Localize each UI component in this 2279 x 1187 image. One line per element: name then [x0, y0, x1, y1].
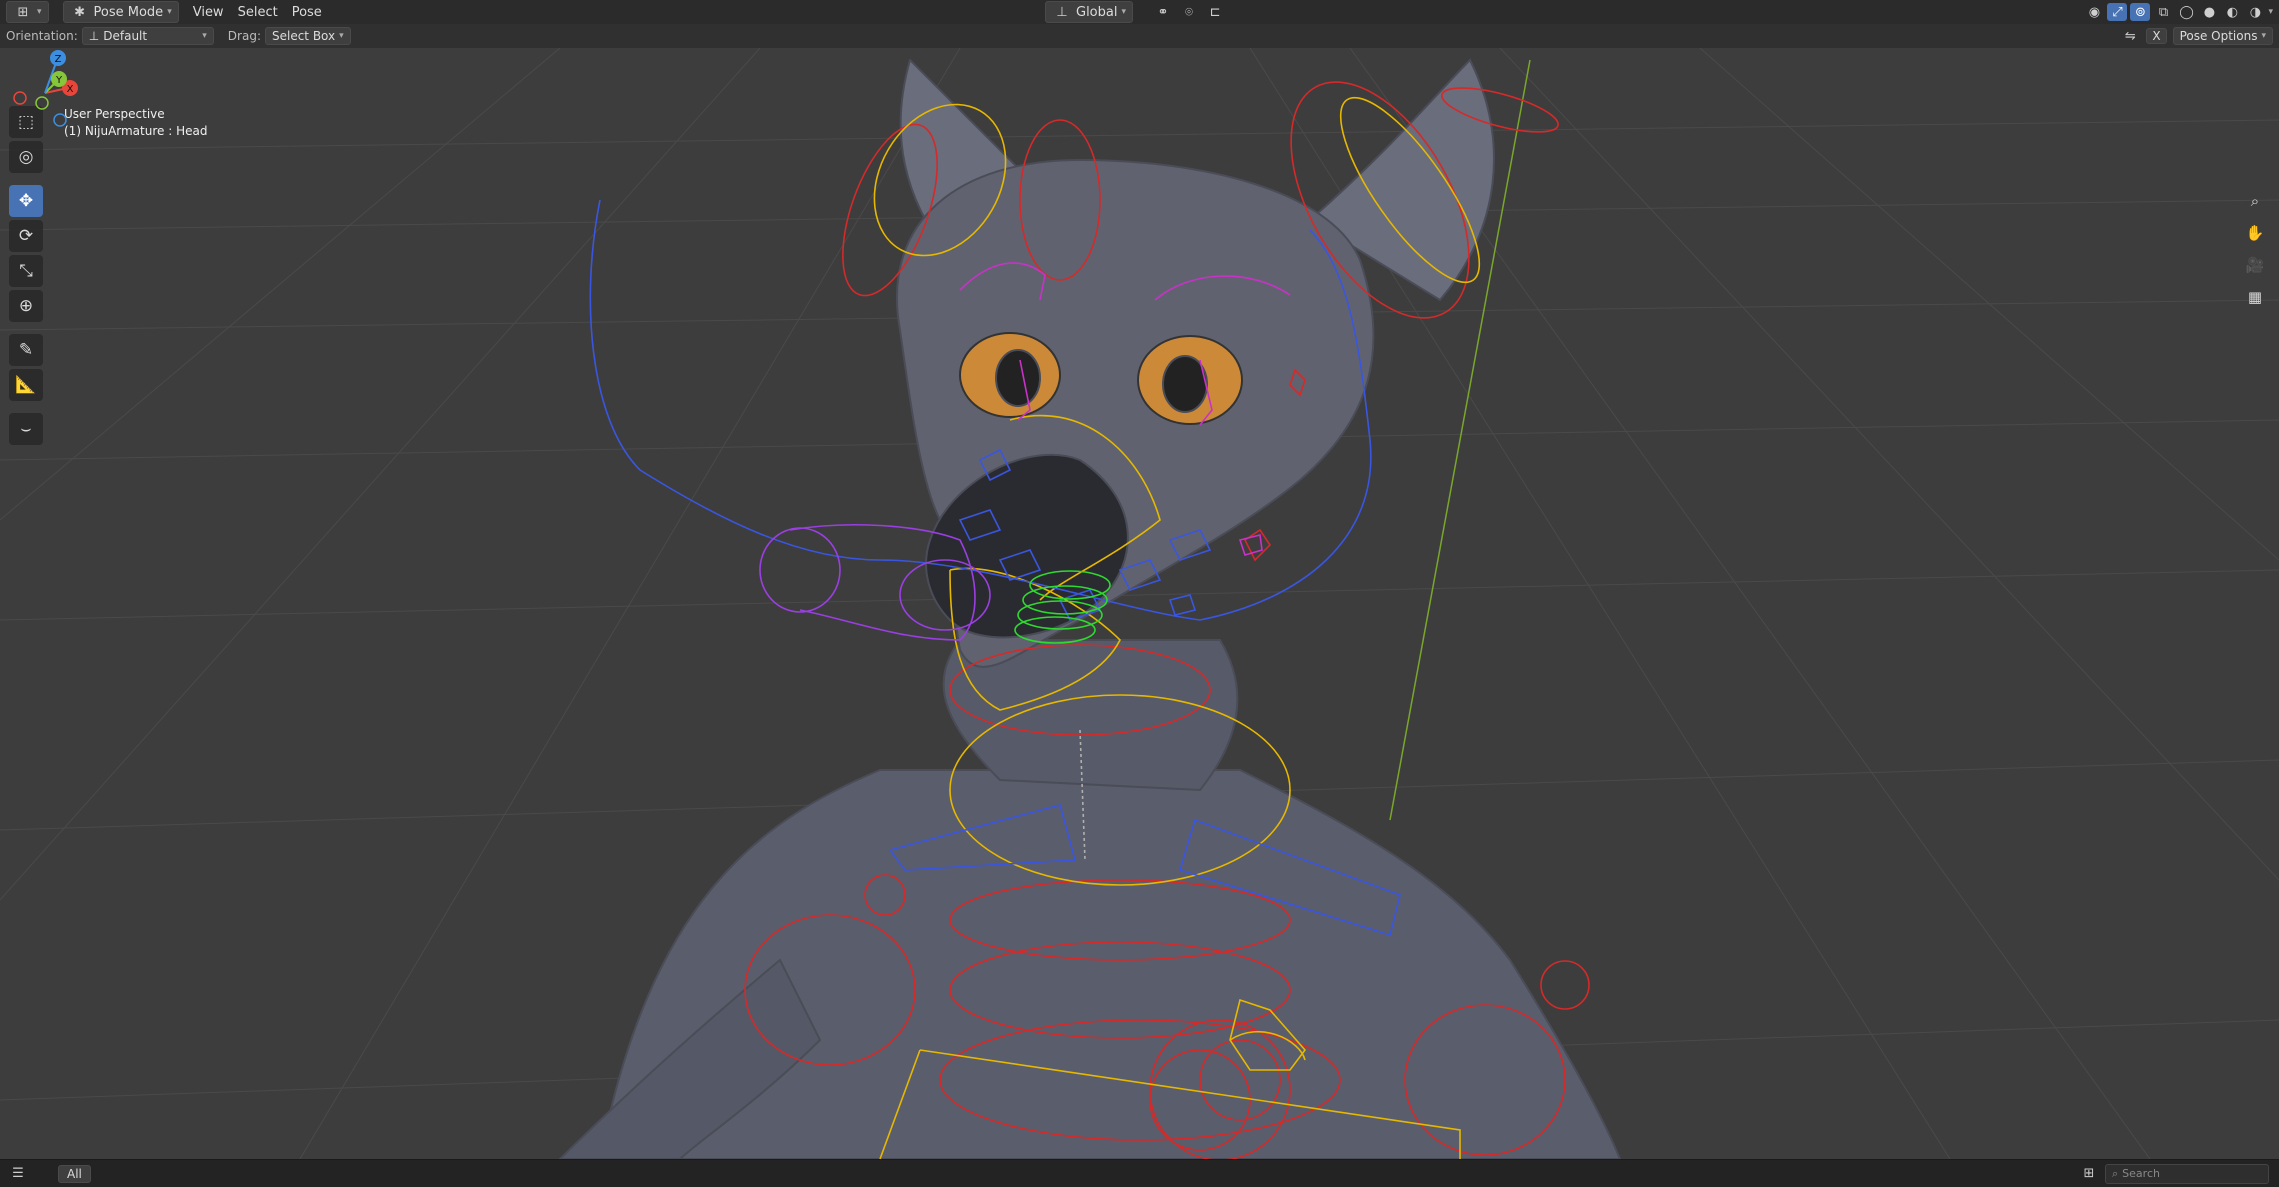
orientation-axes-icon: ⊥: [1056, 4, 1068, 20]
transform-orientation-dropdown[interactable]: ⊥ Global ▾: [1045, 1, 1134, 23]
orientation-label: Orientation:: [6, 29, 78, 43]
perspective-grid-icon[interactable]: ▦: [2241, 284, 2269, 310]
scale-tool-icon[interactable]: ⤡: [9, 255, 43, 287]
shading-rendered-icon[interactable]: ◑: [2245, 3, 2265, 21]
pivot-icon[interactable]: ⚭: [1153, 3, 1173, 21]
footer-right: ⊞ ⌕ Search: [2079, 1163, 2269, 1184]
footer-bar: ☰ All ⊞ ⌕ Search: [0, 1159, 2279, 1187]
relax-pose-tool-icon[interactable]: ⌣: [9, 413, 43, 445]
transform-orientation-label: Global: [1076, 4, 1118, 20]
drag-label: Drag:: [227, 29, 261, 43]
menu-pose[interactable]: Pose: [292, 5, 322, 20]
drag-setting: Drag: Select Box ▾: [228, 27, 351, 45]
measure-tool-icon[interactable]: 📐: [9, 369, 43, 401]
drag-dropdown[interactable]: Select Box ▾: [264, 27, 351, 45]
zoom-icon[interactable]: ⌕: [2241, 188, 2269, 214]
gizmo-y-label: Y: [55, 75, 63, 86]
orientation-setting: Orientation: ⊥ Default ▾: [6, 27, 214, 45]
orientation-axes-icon: ⊥: [88, 29, 100, 43]
menu-select[interactable]: Select: [238, 5, 278, 20]
viewport-editor-icon: ⊞: [17, 4, 29, 20]
xray-toggle-icon[interactable]: ⧉: [2153, 3, 2173, 21]
overlays-toggle-icon[interactable]: ⊚: [2130, 3, 2151, 21]
viewport-scene: [0, 48, 2279, 1159]
orientation-dropdown[interactable]: ⊥ Default ▾: [81, 27, 214, 45]
pan-hand-icon[interactable]: ✋: [2241, 220, 2269, 246]
move-tool-icon[interactable]: ✥: [9, 185, 43, 217]
annotate-tool-icon[interactable]: ✎: [9, 334, 43, 366]
gizmo-z-label: Z: [55, 54, 62, 65]
snap-icon[interactable]: ⌾: [1179, 3, 1199, 21]
chevron-down-icon: ▾: [202, 31, 207, 41]
header-center-controls: ⊥ Global ▾ ⚭ ⌾ ⊏: [1045, 0, 1225, 24]
viewport-toolbar: ⬚ ◎ ✥ ⟳ ⤡ ⊕ ✎ 📐 ⌣: [9, 106, 45, 445]
drag-value: Select Box: [271, 29, 336, 43]
editor-type-button[interactable]: ⊞ ▾: [6, 1, 49, 23]
3d-viewport[interactable]: User Perspective (1) NijuArmature : Head…: [0, 48, 2279, 1159]
transform-tool-icon[interactable]: ⊕: [9, 290, 43, 322]
header-right-controls: ◉ ⤢ ⊚ ⧉ ◯ ● ◐ ◑ ▾: [2084, 0, 2273, 24]
shading-wireframe-icon[interactable]: ◯: [2176, 3, 2196, 21]
search-input[interactable]: ⌕ Search: [2105, 1163, 2269, 1184]
navigation-gizmo[interactable]: X Y Z: [0, 48, 90, 138]
gizmo-x-label: X: [67, 84, 74, 95]
gizmo-neg-z[interactable]: [53, 113, 67, 127]
gizmo-neg-y[interactable]: [35, 96, 49, 110]
shading-solid-icon[interactable]: ●: [2199, 3, 2219, 21]
chevron-down-icon: ▾: [167, 7, 172, 17]
shading-options-chevron[interactable]: ▾: [2268, 7, 2273, 17]
pose-options-dropdown[interactable]: Pose Options ▾: [2172, 27, 2273, 45]
mirror-icon[interactable]: ⇋: [2120, 27, 2140, 45]
display-filter-icon[interactable]: ⊞: [2079, 1165, 2099, 1183]
shading-material-icon[interactable]: ◐: [2222, 3, 2242, 21]
menu-view[interactable]: View: [193, 5, 224, 20]
search-icon: ⌕: [2112, 1166, 2119, 1180]
snap-target-icon[interactable]: ⊏: [1205, 3, 1225, 21]
orientation-value: Default: [103, 29, 148, 43]
cursor-tool-icon[interactable]: ◎: [9, 141, 43, 173]
menu-hamburger-icon[interactable]: ☰: [8, 1165, 28, 1183]
search-placeholder: Search: [2122, 1167, 2160, 1180]
tool-settings-right: ⇋ X Pose Options ▾: [2120, 24, 2273, 48]
gizmo-neg-x[interactable]: [13, 91, 27, 105]
mode-label: Pose Mode: [93, 4, 164, 20]
camera-view-icon[interactable]: 🎥: [2241, 252, 2269, 278]
chevron-down-icon: ▾: [339, 31, 344, 41]
navigation-buttons: ⌕ ✋ 🎥 ▦: [2241, 188, 2269, 310]
mode-dropdown[interactable]: ✱ Pose Mode ▾: [62, 1, 179, 23]
pose-mode-icon: ✱: [74, 4, 85, 20]
gizmo-toggle-icon[interactable]: ⤢: [2107, 3, 2128, 21]
x-mirror-toggle[interactable]: X: [2146, 28, 2167, 44]
collection-tab-all[interactable]: All: [58, 1164, 91, 1183]
viewport-header: ⊞ ▾ ✱ Pose Mode ▾ View Select Pose ⊥ Glob…: [0, 0, 2279, 24]
character-mesh: [558, 58, 1622, 1159]
tool-settings-bar: Orientation: ⊥ Default ▾ Drag: Select Box…: [0, 24, 2279, 48]
rotate-tool-icon[interactable]: ⟳: [9, 220, 43, 252]
visibility-icon[interactable]: ◉: [2084, 3, 2104, 21]
